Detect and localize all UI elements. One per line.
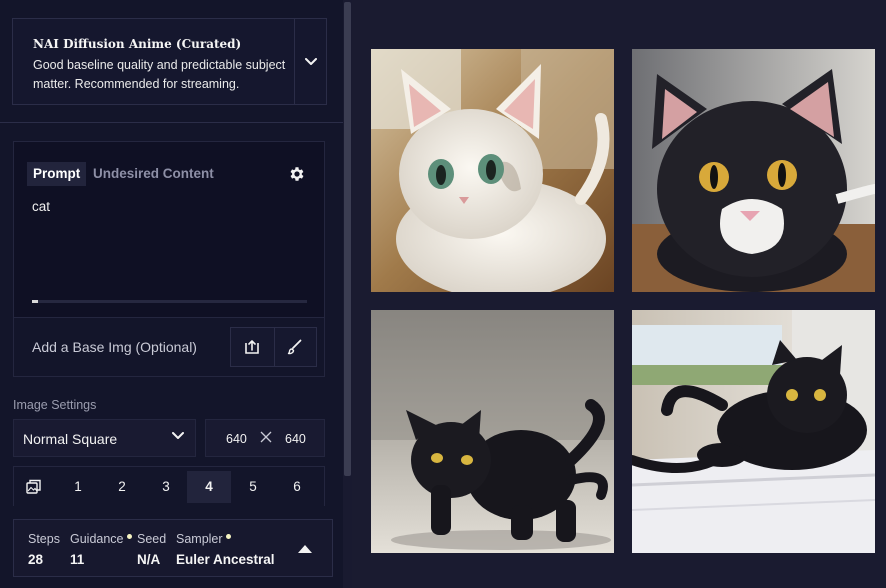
guidance-value: 11: [70, 552, 85, 567]
paint-image-button[interactable]: [273, 328, 317, 366]
image-gallery: [352, 0, 886, 588]
divider: [0, 122, 343, 123]
image-settings-label: Image Settings: [13, 398, 97, 412]
chevron-down-icon: [305, 57, 317, 65]
token-usage-bar: [32, 300, 307, 303]
dimensions-input: 640 640: [205, 419, 325, 457]
token-usage-fill: [32, 300, 38, 303]
image-black-cat-closeup[interactable]: [632, 49, 875, 292]
gear-icon: [290, 167, 304, 181]
base-image-row: Add a Base Img (Optional): [13, 318, 325, 377]
model-dropdown-button[interactable]: [294, 19, 327, 104]
image-count-selector: 1 2 3 4 5 6: [13, 466, 325, 506]
count-option-6[interactable]: 6: [275, 471, 319, 503]
model-name: NAI Diffusion Anime (Curated): [33, 37, 242, 51]
upload-icon: [245, 340, 260, 354]
count-option-3[interactable]: 3: [144, 471, 188, 503]
sidebar-scrollbar[interactable]: [343, 0, 352, 588]
size-preset-value: Normal Square: [23, 431, 118, 447]
seed-value: N/A: [137, 552, 161, 567]
sampler-label: Sampler: [176, 532, 223, 546]
count-option-1[interactable]: 1: [56, 471, 100, 503]
image-black-cat-on-bed[interactable]: [632, 310, 875, 553]
guidance-setting[interactable]: Guidance 11: [70, 532, 132, 567]
generation-settings-panel: Steps 28 Guidance 11 Seed N/A Sampler Eu…: [13, 519, 333, 577]
count-option-5[interactable]: 5: [231, 471, 275, 503]
prompt-panel: Prompt Undesired Content cat: [13, 141, 325, 318]
model-selector[interactable]: NAI Diffusion Anime (Curated) Good basel…: [12, 18, 327, 105]
count-option-2[interactable]: 2: [100, 471, 144, 503]
seed-setting[interactable]: Seed N/A: [137, 532, 166, 567]
sidebar: NAI Diffusion Anime (Curated) Good basel…: [0, 0, 352, 588]
tab-prompt[interactable]: Prompt: [27, 162, 87, 186]
sampler-value: Euler Ancestral: [176, 552, 275, 567]
prompt-settings-button[interactable]: [288, 165, 306, 183]
width-input[interactable]: 640: [226, 432, 247, 446]
prompt-input[interactable]: cat: [32, 199, 50, 214]
guidance-label: Guidance: [70, 532, 124, 546]
upload-image-button[interactable]: [231, 328, 274, 366]
scrollbar-thumb[interactable]: [344, 2, 351, 476]
steps-label: Steps: [28, 532, 60, 546]
chevron-down-icon: [172, 432, 184, 439]
tab-undesired-content[interactable]: Undesired Content: [87, 162, 220, 186]
height-input[interactable]: 640: [285, 432, 306, 446]
count-option-4[interactable]: 4: [187, 471, 231, 503]
model-description: Good baseline quality and predictable su…: [33, 58, 286, 91]
times-icon: [260, 431, 272, 443]
base-image-label: Add a Base Img (Optional): [32, 339, 197, 355]
seed-label: Seed: [137, 532, 167, 546]
image-white-kitten[interactable]: [371, 49, 614, 292]
steps-setting[interactable]: Steps 28: [28, 532, 60, 567]
steps-value: 28: [28, 552, 44, 567]
modified-indicator: [225, 534, 231, 539]
size-preset-select[interactable]: Normal Square: [13, 419, 196, 457]
paintbrush-icon: [288, 339, 302, 355]
image-black-cat-crouching[interactable]: [371, 310, 614, 553]
caret-up-icon[interactable]: [297, 544, 313, 554]
base-image-buttons: [230, 327, 317, 367]
sampler-setting[interactable]: Sampler Euler Ancestral: [176, 532, 275, 567]
modified-indicator: [126, 534, 132, 539]
images-stack-icon: [26, 479, 41, 494]
